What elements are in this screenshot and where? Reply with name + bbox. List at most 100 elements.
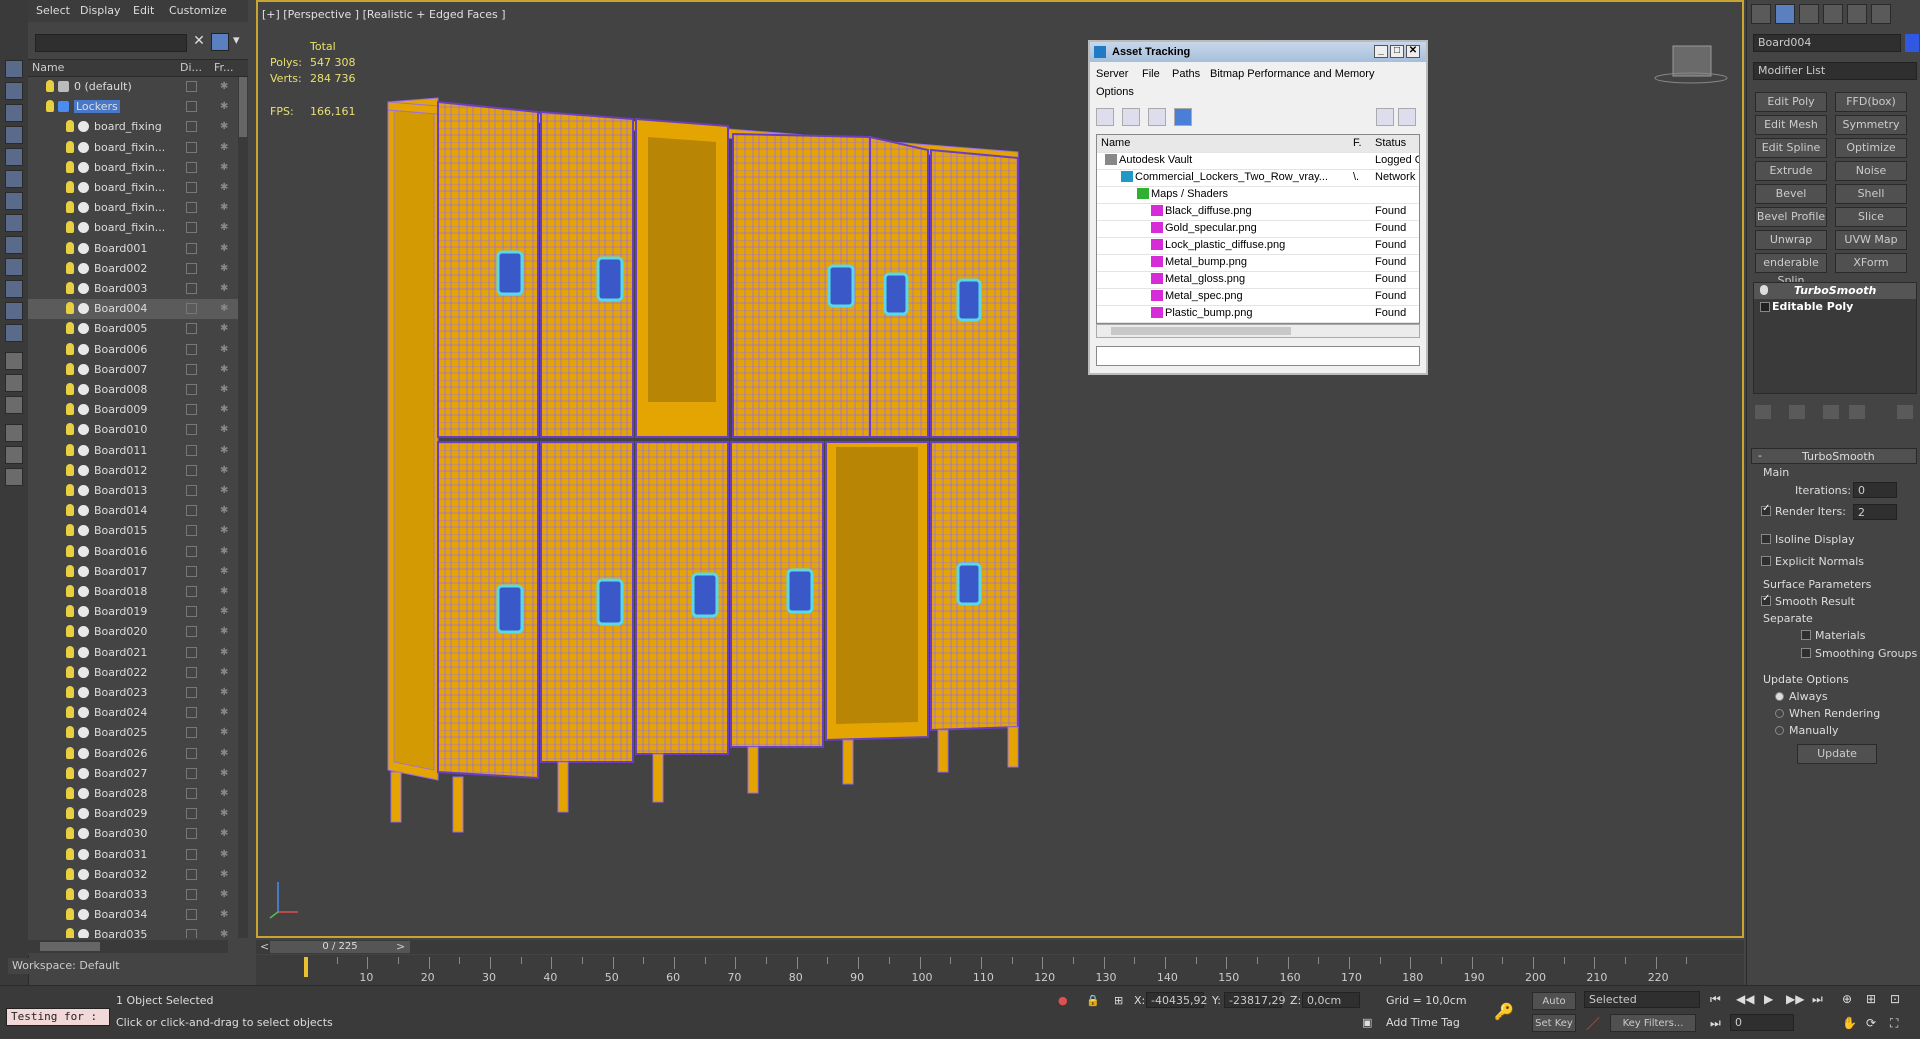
visibility-bulb-icon[interactable] (66, 282, 74, 294)
freeze-toggle-icon[interactable]: ✱ (220, 162, 230, 173)
modifier-button[interactable]: Edit Mesh (1755, 115, 1827, 135)
freeze-toggle-icon[interactable]: ✱ (220, 828, 230, 839)
geometry-tool-icon[interactable] (5, 170, 23, 188)
modifier-button[interactable]: XForm (1835, 253, 1907, 273)
utilities-tab-icon[interactable] (1871, 4, 1891, 24)
object-color-swatch[interactable] (1905, 34, 1919, 52)
zoom-all-icon[interactable]: ⊞ (1866, 992, 1876, 1006)
settings-icon[interactable] (1398, 108, 1416, 126)
y-coord-field[interactable]: -23817,29 (1224, 992, 1285, 1008)
zoom-extents-icon[interactable]: ⊡ (1890, 992, 1900, 1006)
key-filters-button[interactable]: Key Filters... (1610, 1014, 1696, 1032)
object-row[interactable]: Board029 ✱ (28, 804, 238, 824)
col-name[interactable]: Name (1101, 137, 1130, 149)
object-row[interactable]: Board031 ✱ (28, 845, 238, 865)
freeze-toggle-icon[interactable]: ✱ (220, 424, 230, 435)
freeze-toggle-icon[interactable]: ✱ (220, 849, 230, 860)
freeze-toggle-icon[interactable]: ✱ (220, 727, 230, 738)
freeze-toggle-icon[interactable]: ✱ (220, 303, 230, 314)
display-toggle-icon[interactable] (186, 202, 197, 214)
modifier-button[interactable]: Unwrap UVW (1755, 230, 1827, 264)
freeze-toggle-icon[interactable]: ✱ (220, 546, 230, 557)
freeze-toggle-icon[interactable]: ✱ (220, 364, 230, 375)
menu-edit[interactable]: Edit (133, 4, 154, 17)
menu-customize[interactable]: Customize (169, 4, 227, 17)
visibility-bulb-icon[interactable] (66, 564, 74, 577)
freeze-toggle-icon[interactable]: ✱ (220, 81, 230, 92)
freeze-toggle-icon[interactable]: ✱ (220, 788, 230, 799)
hierarchy-tool-icon[interactable] (5, 126, 23, 144)
time-marker[interactable] (304, 957, 308, 977)
asset-row[interactable]: Metal_spec.png Found (1097, 288, 1419, 306)
visibility-bulb-icon[interactable] (66, 362, 74, 375)
display-toggle-icon[interactable] (186, 363, 197, 375)
when-rendering-radio[interactable] (1775, 709, 1784, 718)
goto-end-icon[interactable]: ⏭ (1812, 992, 1823, 1007)
asset-menu-file[interactable]: File (1142, 68, 1160, 80)
object-row[interactable]: Board033 ✱ (28, 885, 238, 905)
freeze-toggle-icon[interactable]: ✱ (220, 445, 230, 456)
hierarchy-tab-icon[interactable] (1799, 4, 1819, 24)
freeze-toggle-icon[interactable]: ✱ (220, 626, 230, 637)
display-toggle-icon[interactable] (186, 121, 197, 133)
object-row[interactable]: Board003 ✱ (28, 279, 238, 299)
column-freeze[interactable]: Fr... (214, 61, 234, 74)
modifier-button[interactable]: Extrude (1755, 161, 1827, 181)
hidden-icon[interactable] (5, 396, 23, 414)
pin-stack-icon[interactable] (1755, 405, 1771, 419)
display-tool-icon[interactable] (5, 104, 23, 122)
asset-row[interactable]: Autodesk Vault Logged O (1097, 152, 1419, 170)
visibility-bulb-icon[interactable] (66, 847, 74, 860)
object-row[interactable]: Board011 ✱ (28, 441, 238, 461)
set-key-slash-icon[interactable]: ／ (1586, 1014, 1600, 1034)
visibility-bulb-icon[interactable] (66, 746, 74, 759)
visibility-bulb-icon[interactable] (66, 645, 74, 658)
visibility-bulb-icon[interactable] (66, 605, 74, 618)
configure-sets-icon[interactable] (1897, 405, 1913, 419)
visibility-bulb-icon[interactable] (66, 544, 74, 557)
visibility-bulb-icon[interactable] (66, 261, 74, 274)
object-row[interactable]: board_fixin... ✱ (28, 158, 238, 178)
perspective-viewport[interactable]: [+] [Perspective ] [Realistic + Edged Fa… (256, 0, 1744, 938)
freeze-toggle-icon[interactable]: ✱ (220, 667, 230, 678)
materials-checkbox[interactable] (1801, 630, 1811, 640)
visibility-bulb-icon[interactable] (66, 423, 74, 436)
object-name-field[interactable]: Board004 (1753, 34, 1901, 52)
visibility-bulb-icon[interactable] (66, 140, 74, 153)
asset-menu-options[interactable]: Options (1096, 86, 1134, 98)
visibility-bulb-icon[interactable] (46, 80, 54, 92)
display-toggle-icon[interactable] (186, 707, 197, 719)
freeze-toggle-icon[interactable]: ✱ (220, 404, 230, 415)
xrefs-tool-icon[interactable] (5, 324, 23, 342)
object-row[interactable]: Board021 ✱ (28, 643, 238, 663)
visibility-bulb-icon[interactable] (66, 241, 74, 254)
object-row[interactable]: board_fixin... ✱ (28, 138, 238, 158)
object-row[interactable]: board_fixing ✱ (28, 117, 238, 137)
asset-menu-server[interactable]: Server (1096, 68, 1128, 80)
asset-row[interactable]: Maps / Shaders (1097, 186, 1419, 204)
display-toggle-icon[interactable] (186, 565, 197, 577)
object-row[interactable]: Board024 ✱ (28, 703, 238, 723)
freeze-toggle-icon[interactable]: ✱ (220, 768, 230, 779)
visibility-bulb-icon[interactable] (66, 928, 74, 938)
smoothing-groups-checkbox[interactable] (1801, 648, 1811, 658)
modifier-button[interactable]: Symmetry (1835, 115, 1907, 135)
freeze-toggle-icon[interactable]: ✱ (220, 485, 230, 496)
display-toggle-icon[interactable] (186, 101, 197, 113)
object-row[interactable]: Board020 ✱ (28, 622, 238, 642)
object-row[interactable]: Board022 ✱ (28, 663, 238, 683)
display-toggle-icon[interactable] (186, 848, 197, 860)
freeze-toggle-icon[interactable]: ✱ (220, 101, 230, 112)
motion-tab-icon[interactable] (1823, 4, 1843, 24)
render-iters-checkbox[interactable] (1761, 503, 1771, 516)
time-slider[interactable]: < 0 / 225 > (256, 940, 1744, 954)
object-row[interactable]: Board008 ✱ (28, 380, 238, 400)
scene-search-input[interactable] (35, 34, 187, 52)
visibility-bulb-icon[interactable] (66, 181, 74, 193)
visibility-bulb-icon[interactable] (66, 524, 74, 537)
remove-modifier-icon[interactable] (1849, 405, 1865, 419)
maxscript-listener[interactable]: Testing for : (6, 1008, 110, 1026)
visibility-bulb-icon[interactable] (66, 160, 74, 173)
close-icon[interactable]: ✕ (1406, 45, 1420, 58)
explicit-normals-checkbox[interactable] (1761, 556, 1771, 566)
